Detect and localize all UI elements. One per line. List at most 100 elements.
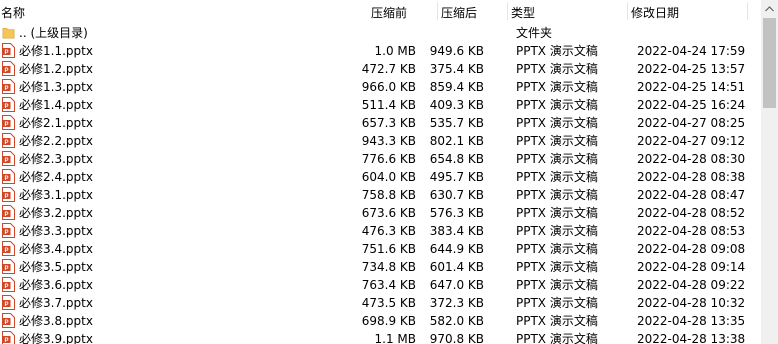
file-size: 1.1 MB	[374, 332, 416, 344]
file-type: PPTX 演示文稿	[516, 224, 598, 238]
pptx-file-icon: P	[2, 115, 15, 130]
file-modified-date: 2022-04-28 13:35	[637, 314, 746, 328]
column-header-packed[interactable]: 压缩后	[441, 4, 477, 21]
column-header-row: 名称 压缩前 压缩后 类型 修改日期	[0, 0, 760, 22]
pptx-file-icon: P	[2, 259, 15, 274]
file-type: PPTX 演示文稿	[516, 152, 598, 166]
file-size: 604.0 KB	[361, 170, 416, 184]
file-modified-date: 2022-04-27 08:25	[637, 116, 746, 130]
pptx-file-icon: P	[2, 79, 15, 94]
file-size: 966.0 KB	[361, 80, 416, 94]
file-row[interactable]: P 必修1.2.pptx 472.7 KB 375.4 KB PPTX 演示文稿 2022…	[0, 60, 760, 78]
file-name: 必修1.1.pptx	[19, 44, 93, 58]
column-header-type[interactable]: 类型	[511, 4, 535, 21]
file-size: 758.8 KB	[361, 188, 416, 202]
file-type: PPTX 演示文稿	[516, 332, 598, 344]
file-size: 763.4 KB	[361, 278, 416, 292]
pptx-file-icon: P	[2, 331, 15, 344]
file-modified-date: 2022-04-24 17:59	[637, 44, 746, 58]
file-packed-size: 535.7 KB	[429, 116, 484, 130]
svg-text:P: P	[4, 176, 8, 182]
pptx-file-icon: P	[2, 133, 15, 148]
file-row[interactable]: P 必修3.5.pptx 734.8 KB 601.4 KB PPTX 演示文稿 2022…	[0, 258, 760, 276]
svg-text:P: P	[4, 248, 8, 254]
svg-text:P: P	[4, 122, 8, 128]
svg-text:P: P	[4, 302, 8, 308]
file-packed-size: 601.4 KB	[429, 260, 484, 274]
file-type: PPTX 演示文稿	[516, 206, 598, 220]
column-divider[interactable]	[747, 2, 748, 20]
folder-icon	[2, 27, 15, 39]
file-name: 必修3.4.pptx	[19, 242, 93, 256]
file-row[interactable]: P 必修3.1.pptx 758.8 KB 630.7 KB PPTX 演示文稿 2022…	[0, 186, 760, 204]
file-row[interactable]: P 必修1.4.pptx 511.4 KB 409.3 KB PPTX 演示文稿 2022…	[0, 96, 760, 114]
file-size: 943.3 KB	[361, 134, 416, 148]
file-type: PPTX 演示文稿	[516, 296, 598, 310]
file-packed-size: 654.8 KB	[429, 152, 484, 166]
file-row[interactable]: P 必修1.3.pptx 966.0 KB 859.4 KB PPTX 演示文稿 2022…	[0, 78, 760, 96]
file-packed-size: 372.3 KB	[429, 296, 484, 310]
svg-text:P: P	[4, 104, 8, 110]
file-packed-size: 949.6 KB	[429, 44, 484, 58]
column-divider[interactable]	[437, 2, 438, 20]
file-packed-size: 630.7 KB	[429, 188, 484, 202]
file-modified-date: 2022-04-28 09:08	[637, 242, 746, 256]
file-packed-size: 409.3 KB	[429, 98, 484, 112]
file-name: 必修3.2.pptx	[19, 206, 93, 220]
file-size: 657.3 KB	[361, 116, 416, 130]
svg-text:P: P	[4, 140, 8, 146]
vertical-scrollbar[interactable]	[761, 0, 778, 344]
file-packed-size: 644.9 KB	[429, 242, 484, 256]
file-modified-date: 2022-04-28 09:14	[637, 260, 746, 274]
pptx-file-icon: P	[2, 43, 15, 58]
file-modified-date: 2022-04-28 09:22	[637, 278, 746, 292]
file-row[interactable]: P 必修3.2.pptx 673.6 KB 576.3 KB PPTX 演示文稿 2022…	[0, 204, 760, 222]
archive-file-list-window: 名称 压缩前 压缩后 类型 修改日期 .. (上级目录) 文件夹 P 必修1.1.…	[0, 0, 778, 344]
file-name: 必修3.1.pptx	[19, 188, 93, 202]
file-packed-size: 576.3 KB	[429, 206, 484, 220]
svg-text:P: P	[4, 68, 8, 74]
file-modified-date: 2022-04-28 08:53	[637, 224, 746, 238]
file-row[interactable]: P 必修1.1.pptx 1.0 MB 949.6 KB PPTX 演示文稿 2022-0…	[0, 42, 760, 60]
file-type: PPTX 演示文稿	[516, 188, 598, 202]
file-name: 必修3.5.pptx	[19, 260, 93, 274]
file-type: PPTX 演示文稿	[516, 134, 598, 148]
column-header-name[interactable]: 名称	[1, 4, 25, 21]
file-row[interactable]: P 必修3.9.pptx 1.1 MB 970.8 KB PPTX 演示文稿 2022-0…	[0, 330, 760, 344]
file-type: PPTX 演示文稿	[516, 80, 598, 94]
file-row[interactable]: P 必修3.6.pptx 763.4 KB 647.0 KB PPTX 演示文稿 2022…	[0, 276, 760, 294]
file-row[interactable]: P 必修2.2.pptx 943.3 KB 802.1 KB PPTX 演示文稿 2022…	[0, 132, 760, 150]
file-row[interactable]: P 必修3.4.pptx 751.6 KB 644.9 KB PPTX 演示文稿 2022…	[0, 240, 760, 258]
file-row[interactable]: P 必修3.3.pptx 476.3 KB 383.4 KB PPTX 演示文稿 2022…	[0, 222, 760, 240]
file-size: 734.8 KB	[361, 260, 416, 274]
file-row[interactable]: P 必修2.4.pptx 604.0 KB 495.7 KB PPTX 演示文稿 2022…	[0, 168, 760, 186]
scrollbar-thumb[interactable]	[763, 18, 776, 108]
svg-text:P: P	[4, 230, 8, 236]
file-packed-size: 859.4 KB	[429, 80, 484, 94]
file-type: PPTX 演示文稿	[516, 260, 598, 274]
file-packed-size: 495.7 KB	[429, 170, 484, 184]
scroll-up-button[interactable]	[761, 0, 778, 17]
file-name: 必修1.4.pptx	[19, 98, 93, 112]
svg-text:P: P	[4, 266, 8, 272]
file-modified-date: 2022-04-25 14:51	[637, 80, 746, 94]
file-row[interactable]: P 必修2.1.pptx 657.3 KB 535.7 KB PPTX 演示文稿 2022…	[0, 114, 760, 132]
column-divider[interactable]	[507, 2, 508, 20]
file-name: 必修2.3.pptx	[19, 152, 93, 166]
file-modified-date: 2022-04-28 08:47	[637, 188, 746, 202]
file-modified-date: 2022-04-27 09:12	[637, 134, 746, 148]
file-packed-size: 970.8 KB	[429, 332, 484, 344]
file-name: 必修3.6.pptx	[19, 278, 93, 292]
file-modified-date: 2022-04-25 16:24	[637, 98, 746, 112]
file-packed-size: 802.1 KB	[429, 134, 484, 148]
file-row[interactable]: P 必修3.8.pptx 698.9 KB 582.0 KB PPTX 演示文稿 2022…	[0, 312, 760, 330]
column-header-size[interactable]: 压缩前	[371, 4, 407, 21]
pptx-file-icon: P	[2, 97, 15, 112]
column-divider[interactable]	[627, 2, 628, 20]
parent-directory-row[interactable]: .. (上级目录) 文件夹	[0, 24, 760, 42]
file-row[interactable]: P 必修3.7.pptx 473.5 KB 372.3 KB PPTX 演示文稿 2022…	[0, 294, 760, 312]
file-size: 698.9 KB	[361, 314, 416, 328]
column-header-modified[interactable]: 修改日期	[631, 4, 679, 21]
file-row[interactable]: P 必修2.3.pptx 776.6 KB 654.8 KB PPTX 演示文稿 2022…	[0, 150, 760, 168]
file-type: PPTX 演示文稿	[516, 278, 598, 292]
